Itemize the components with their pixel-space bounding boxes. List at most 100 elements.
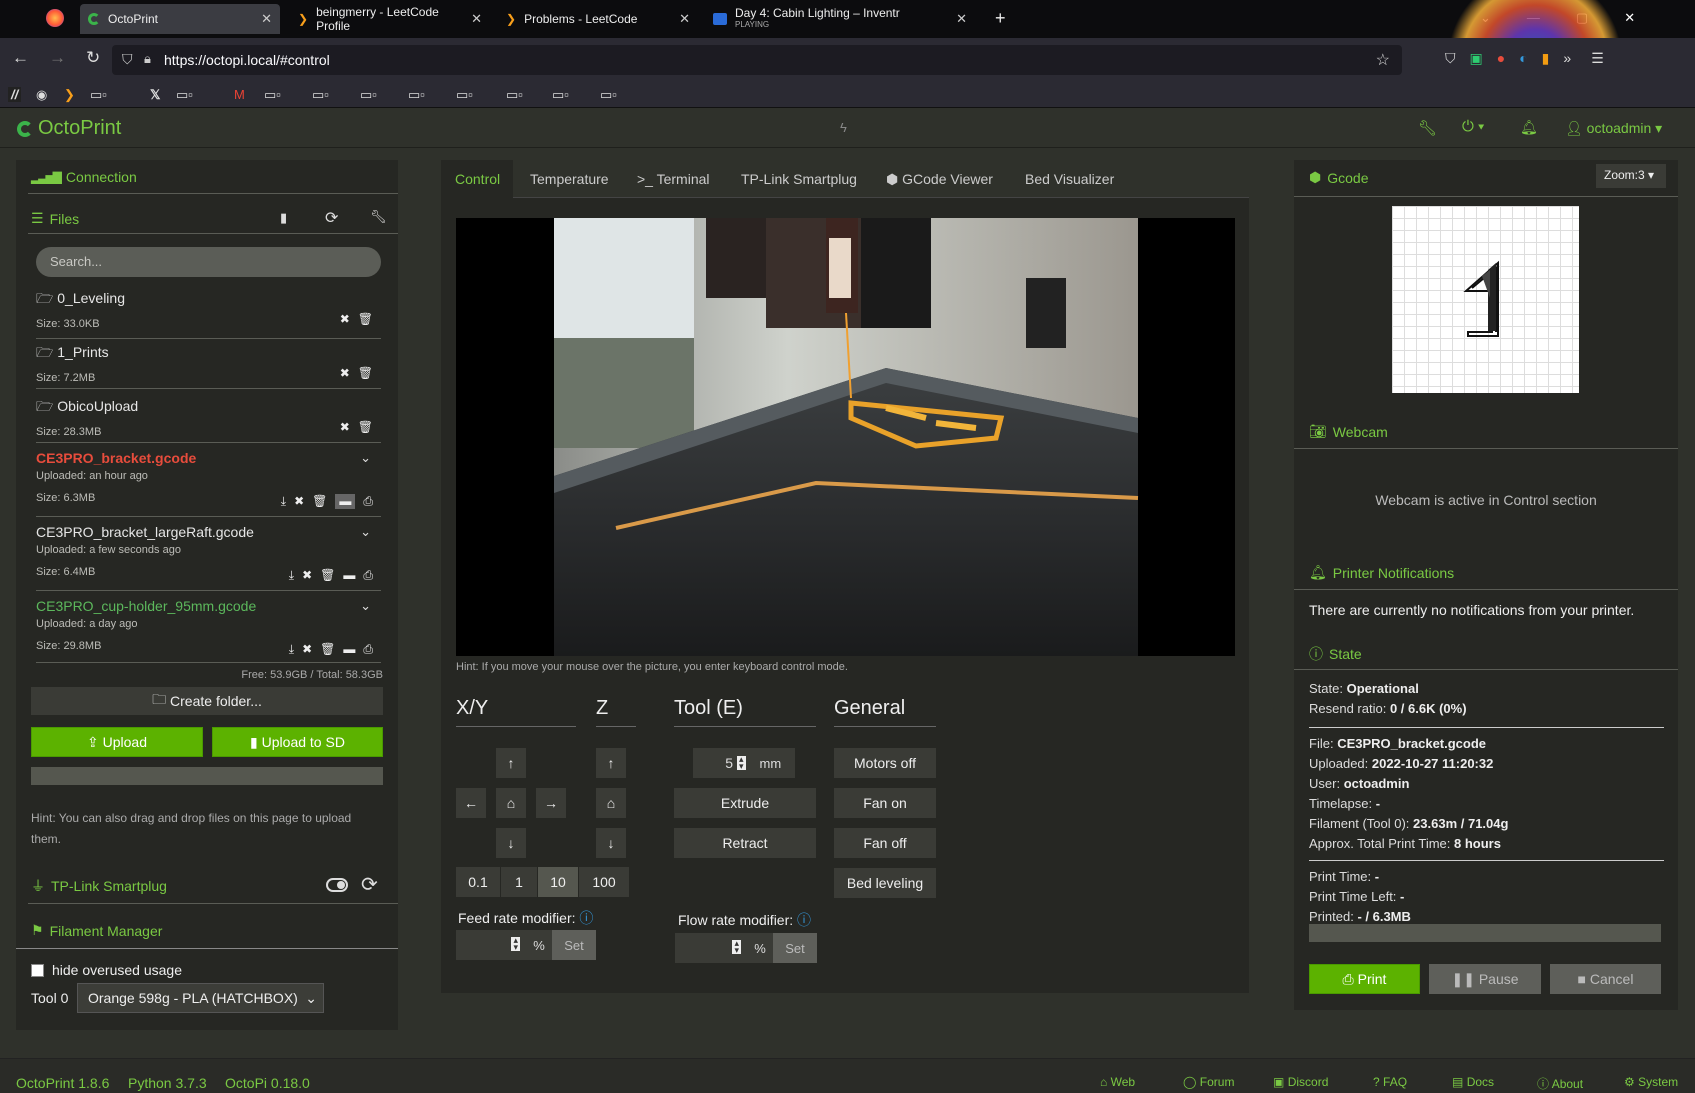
user-menu[interactable]: 👤︎ octoadmin ▾ bbox=[1565, 120, 1662, 137]
extrude-button[interactable]: Extrude bbox=[674, 788, 816, 818]
move-icon[interactable]: ✖ bbox=[302, 568, 312, 583]
close-tab-icon[interactable]: ✕ bbox=[956, 11, 967, 27]
tab-gcode-viewer[interactable]: ⬢ GCode Viewer bbox=[886, 171, 993, 188]
gcode-preview[interactable] bbox=[1392, 206, 1579, 393]
load-folder-icon[interactable]: ▬ bbox=[335, 494, 356, 509]
jog-y-plus-button[interactable]: ↑ bbox=[496, 748, 526, 778]
x-icon[interactable]: 𝕏 bbox=[150, 87, 160, 103]
reload-icon[interactable]: ↻ bbox=[86, 48, 100, 68]
jog-y-minus-button[interactable]: ↓ bbox=[496, 828, 526, 858]
download-icon[interactable]: ⤓ bbox=[281, 494, 286, 509]
extrude-amount-field[interactable]: 5 ▴ ▾ mm bbox=[693, 748, 795, 778]
webcam-header[interactable]: 📷︎ Webcam bbox=[1309, 423, 1388, 440]
home-z-button[interactable]: ⌂ bbox=[596, 788, 626, 818]
pocket-icon[interactable]: ⛉ bbox=[1445, 50, 1456, 67]
connection-header[interactable]: ▂▃▅▇ Connection bbox=[31, 169, 137, 185]
print-icon[interactable]: ⎙ bbox=[363, 494, 373, 509]
gmail-icon[interactable]: M bbox=[234, 87, 245, 102]
tab-octoprint[interactable]: OctoPrint ✕ bbox=[80, 4, 280, 34]
upload-sd-button[interactable]: ▮ Upload to SD bbox=[212, 727, 383, 757]
home-xy-button[interactable]: ⌂ bbox=[496, 788, 526, 818]
extension-icon[interactable]: ▣ bbox=[1470, 50, 1483, 67]
list-item[interactable]: CE3PRO_bracket_largeRaft.gcode Uploaded:… bbox=[36, 524, 381, 590]
flow-rate-input[interactable]: ▴ ▾ % Set bbox=[675, 933, 817, 963]
load-folder-icon[interactable]: ▬ bbox=[343, 642, 355, 657]
footer-link-faq[interactable]: ? FAQ bbox=[1373, 1075, 1407, 1089]
bed-leveling-button[interactable]: Bed leveling bbox=[834, 868, 936, 898]
webcam-stream[interactable] bbox=[456, 218, 1235, 656]
folder-icon[interactable]: ▭▫ bbox=[90, 87, 107, 103]
tab-leetcode-profile[interactable]: ❯ beingmerry - LeetCode Profile ✕ bbox=[290, 4, 490, 34]
footer-link-forum[interactable]: ◯ Forum bbox=[1183, 1075, 1234, 1089]
toggle-icon[interactable] bbox=[326, 878, 348, 892]
jog-z-minus-button[interactable]: ↓ bbox=[596, 828, 626, 858]
new-tab-icon[interactable]: + bbox=[995, 8, 1006, 29]
list-item[interactable]: CE3PRO_cup-holder_95mm.gcode Uploaded: a… bbox=[36, 598, 381, 664]
motors-off-button[interactable]: Motors off bbox=[834, 748, 936, 778]
overflow-icon[interactable]: » bbox=[1563, 50, 1571, 67]
tab-cabin-lighting[interactable]: Day 4: Cabin Lighting – Inventr PLAYING ✕ bbox=[705, 4, 975, 34]
notifications-header[interactable]: 🔔︎ Printer Notifications bbox=[1309, 564, 1454, 581]
create-folder-button[interactable]: 🗀︎ Create folder... bbox=[31, 687, 383, 715]
folder-icon[interactable]: ▭▫ bbox=[408, 87, 425, 103]
fan-on-button[interactable]: Fan on bbox=[834, 788, 936, 818]
trash-icon[interactable]: 🗑︎ bbox=[358, 420, 373, 434]
footer-link-system[interactable]: ⚙ System bbox=[1624, 1075, 1678, 1089]
bookmark-icon[interactable]: ❯ bbox=[64, 87, 75, 103]
trash-icon[interactable]: 🗑︎ bbox=[358, 366, 373, 380]
feed-rate-input[interactable]: ▴ ▾ % Set bbox=[456, 930, 596, 960]
feed-rate-set-button[interactable]: Set bbox=[552, 930, 596, 960]
sd-card-icon[interactable]: ▮ bbox=[280, 210, 287, 226]
bell-icon[interactable]: 🔔︎ bbox=[1520, 119, 1538, 136]
folder-icon[interactable]: ▭▫ bbox=[600, 87, 617, 103]
print-icon[interactable]: ⎙ bbox=[363, 568, 373, 583]
move-icon[interactable]: ✖ bbox=[294, 494, 304, 509]
move-icon[interactable]: ✖ bbox=[340, 312, 350, 326]
jog-z-plus-button[interactable]: ↑ bbox=[596, 748, 626, 778]
trash-icon[interactable]: 🗑︎ bbox=[320, 642, 335, 657]
spinner-icon[interactable]: ▴ ▾ bbox=[511, 936, 520, 952]
folder-icon[interactable]: ▭▫ bbox=[552, 87, 569, 103]
download-icon[interactable]: ⤓ bbox=[289, 568, 294, 583]
wrench-icon[interactable]: 🔧︎ bbox=[370, 209, 387, 225]
close-tab-icon[interactable]: ✕ bbox=[471, 11, 482, 27]
footer-link-web[interactable]: ⌂ Web bbox=[1100, 1075, 1135, 1089]
move-icon[interactable]: ✖ bbox=[302, 642, 312, 657]
chevron-down-icon[interactable]: ⌄ bbox=[360, 450, 371, 466]
close-tab-icon[interactable]: ✕ bbox=[679, 11, 690, 27]
trash-icon[interactable]: 🗑︎ bbox=[312, 494, 327, 509]
file-search-input[interactable]: Search... bbox=[36, 247, 381, 277]
print-button[interactable]: ⎙ Print bbox=[1309, 964, 1420, 994]
chevron-down-icon[interactable]: ⌄ bbox=[360, 598, 371, 614]
spinner-icon[interactable]: ▴ ▾ bbox=[737, 755, 746, 771]
firefox-menu-icon[interactable] bbox=[46, 9, 64, 27]
list-item[interactable]: 🗁︎ 1_Prints Size: 7.2MB ✖ 🗑︎ bbox=[36, 342, 381, 388]
folder-icon[interactable]: ▭▫ bbox=[456, 87, 473, 103]
extension-icon[interactable]: ◐ bbox=[1519, 50, 1527, 67]
url-field[interactable]: ⛉ 🔒︎ https://octopi.local/#control ☆ bbox=[112, 45, 1402, 75]
folder-icon[interactable]: ▭▫ bbox=[506, 87, 523, 103]
info-icon[interactable]: ⓘ bbox=[579, 910, 593, 926]
move-icon[interactable]: ✖ bbox=[340, 366, 350, 380]
filament-select[interactable]: Orange 598g - PLA (HATCHBOX) ⌄ bbox=[77, 983, 324, 1013]
wrench-icon[interactable]: 🔧︎ bbox=[1418, 119, 1437, 137]
fan-off-button[interactable]: Fan off bbox=[834, 828, 936, 858]
folder-icon[interactable]: ▭▫ bbox=[176, 87, 193, 103]
footer-link-discord[interactable]: ▣ Discord bbox=[1273, 1075, 1328, 1089]
info-icon[interactable]: ⓘ bbox=[797, 912, 811, 928]
extension-icon[interactable]: ● bbox=[1497, 50, 1505, 67]
chevron-down-icon[interactable]: ⌄ bbox=[360, 524, 371, 540]
smartplug-header[interactable]: ⏚ TP-Link Smartplug bbox=[31, 876, 167, 896]
jog-x-minus-button[interactable]: ← bbox=[456, 788, 486, 818]
gcode-header[interactable]: ⬢ Gcode bbox=[1309, 169, 1368, 186]
tab-terminal[interactable]: >_ Terminal bbox=[637, 171, 710, 187]
tab-temperature[interactable]: Temperature bbox=[530, 171, 609, 187]
menu-icon[interactable]: ☰ bbox=[1591, 50, 1604, 67]
folder-icon[interactable]: ▭▫ bbox=[264, 87, 281, 103]
tab-smartplug[interactable]: TP-Link Smartplug bbox=[741, 171, 857, 187]
zoom-dropdown[interactable]: Zoom:3 ▾ bbox=[1596, 164, 1666, 188]
forward-icon[interactable]: → bbox=[49, 48, 66, 68]
close-tab-icon[interactable]: ✕ bbox=[261, 11, 272, 27]
step-0-1-button[interactable]: 0.1 bbox=[456, 867, 500, 897]
upload-button[interactable]: ⇪ Upload bbox=[31, 727, 203, 757]
